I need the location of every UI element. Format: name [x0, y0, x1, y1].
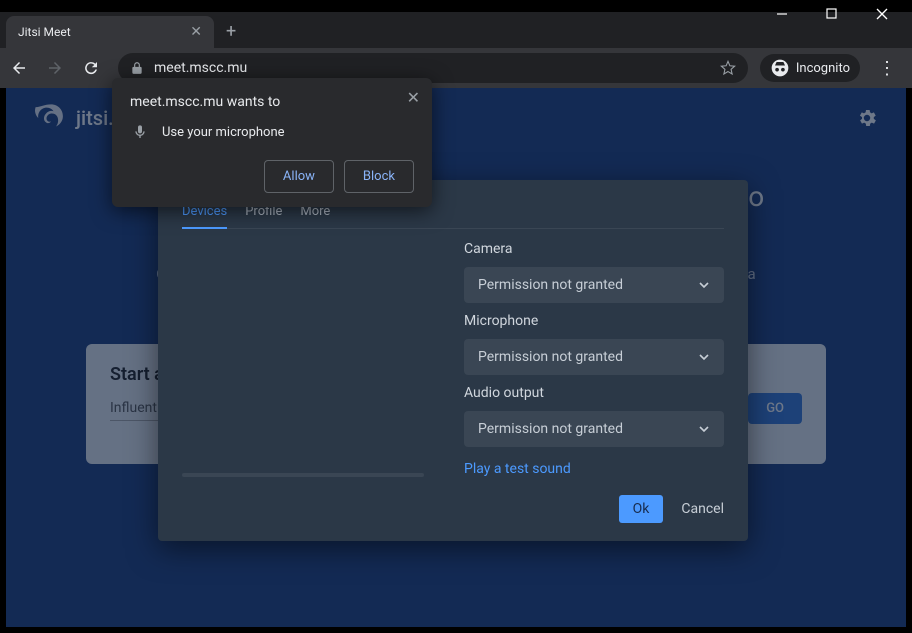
- new-tab-button[interactable]: +: [226, 21, 236, 48]
- ok-button[interactable]: Ok: [619, 495, 664, 523]
- allow-button[interactable]: Allow: [264, 160, 334, 193]
- permission-popup: ✕ meet.mscc.mu wants to Use your microph…: [112, 78, 432, 207]
- chevron-down-icon: [698, 351, 710, 363]
- camera-value: Permission not granted: [478, 277, 623, 293]
- permission-item-text: Use your microphone: [162, 125, 285, 140]
- back-button[interactable]: [10, 59, 34, 77]
- star-icon[interactable]: [720, 60, 736, 76]
- incognito-label: Incognito: [796, 61, 850, 76]
- microphone-value: Permission not granted: [478, 349, 623, 365]
- permission-prompt-text: meet.mscc.mu wants to: [130, 94, 414, 110]
- play-test-sound-link[interactable]: Play a test sound: [464, 461, 724, 477]
- close-tab-icon[interactable]: ✕: [190, 24, 202, 40]
- settings-modal: Devices Profile More Camera Permission n…: [158, 180, 748, 541]
- lock-icon: [130, 61, 144, 75]
- incognito-badge: Incognito: [760, 54, 860, 82]
- cancel-button[interactable]: Cancel: [681, 501, 724, 517]
- audio-output-label: Audio output: [464, 385, 724, 401]
- browser-tab[interactable]: Jitsi Meet ✕: [6, 16, 214, 48]
- minimize-button[interactable]: [776, 8, 802, 20]
- audio-output-value: Permission not granted: [478, 421, 623, 437]
- browser-menu-button[interactable]: ⋮: [872, 58, 902, 79]
- close-icon[interactable]: ✕: [407, 88, 420, 107]
- url-text: meet.mscc.mu: [154, 60, 710, 76]
- reload-button[interactable]: [82, 59, 106, 77]
- mic-level-slider: [182, 473, 424, 477]
- camera-label: Camera: [464, 241, 724, 257]
- camera-dropdown[interactable]: Permission not granted: [464, 267, 724, 303]
- incognito-icon: [770, 58, 790, 78]
- forward-button[interactable]: [46, 59, 70, 77]
- microphone-dropdown[interactable]: Permission not granted: [464, 339, 724, 375]
- block-button[interactable]: Block: [344, 160, 414, 193]
- microphone-icon: [132, 124, 148, 140]
- microphone-label: Microphone: [464, 313, 724, 329]
- chevron-down-icon: [698, 423, 710, 435]
- audio-output-dropdown[interactable]: Permission not granted: [464, 411, 724, 447]
- close-window-button[interactable]: [876, 8, 902, 20]
- maximize-button[interactable]: [826, 8, 852, 20]
- video-preview-pane: [182, 241, 434, 477]
- chevron-down-icon: [698, 279, 710, 291]
- window-controls: [776, 8, 902, 20]
- tab-title: Jitsi Meet: [18, 25, 182, 39]
